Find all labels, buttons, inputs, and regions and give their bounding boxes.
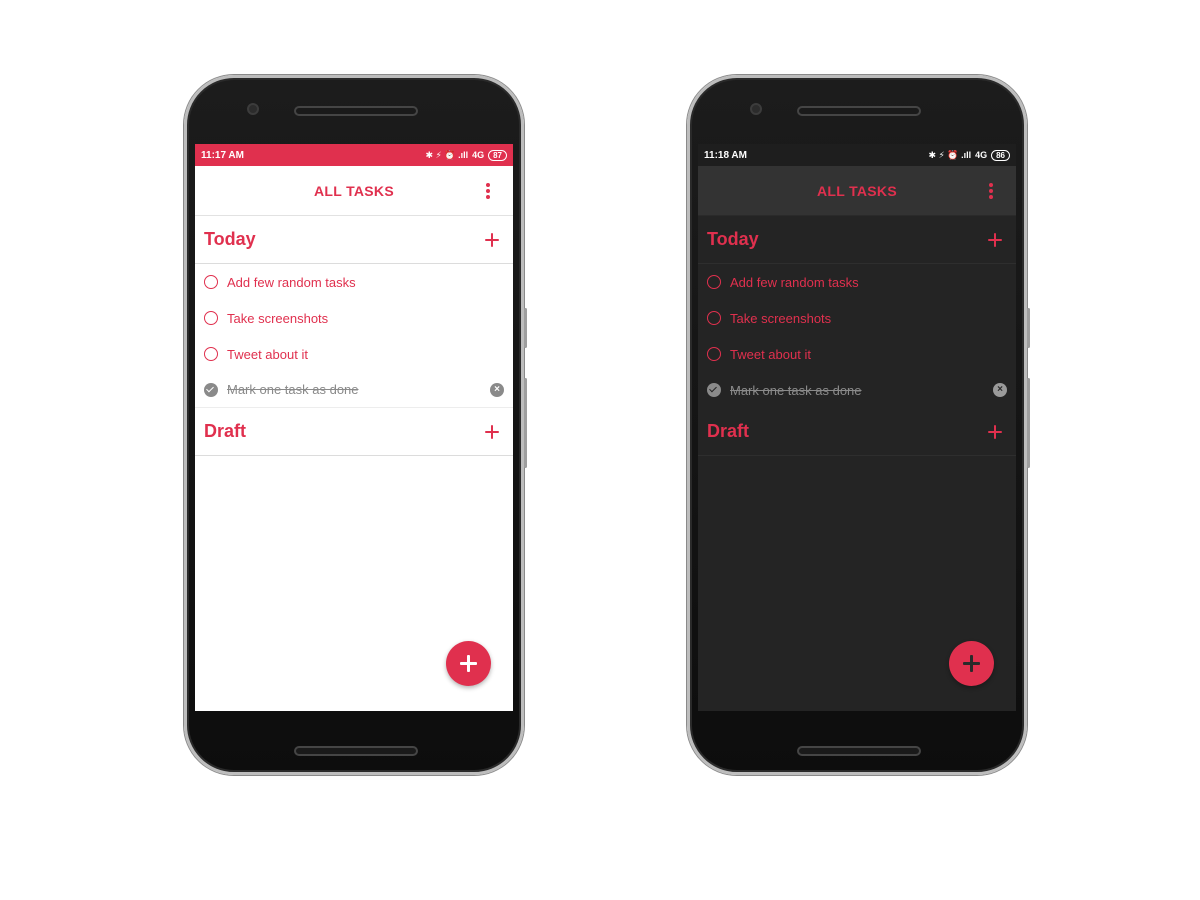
task-checkbox[interactable] <box>707 347 721 361</box>
status-bar: 11:18 AM ✱ ⚡ ⏰ .ıll 4G 86 <box>698 144 1016 166</box>
task-text: Take screenshots <box>730 310 832 326</box>
app-bar: ALL TASKS <box>698 166 1016 216</box>
section-header-today: Today <box>698 216 1016 264</box>
task-item[interactable]: Take screenshots <box>195 300 513 336</box>
task-item[interactable]: Add few random tasks <box>698 264 1016 300</box>
section-title: Draft <box>707 421 750 441</box>
clear-icon[interactable]: × <box>490 382 504 397</box>
volume-button <box>524 378 527 468</box>
status-time: 11:18 AM <box>704 149 747 161</box>
status-indicator-icons: ✱ ⚡ ⏰ .ıll <box>425 149 469 160</box>
front-camera <box>750 103 762 115</box>
phone-light: 11:17 AM ✱ ⚡ ⏰ .ıll 4G 87 ALL TASKS Toda… <box>184 75 527 775</box>
task-text: Tweet about it <box>730 346 811 362</box>
network-type: 4G <box>472 150 485 160</box>
page-title: ALL TASKS <box>817 182 897 199</box>
task-text: Mark one task as done <box>730 382 862 398</box>
add-task-draft-button[interactable] <box>481 421 503 443</box>
power-button <box>1027 308 1030 348</box>
app-bar: ALL TASKS <box>195 166 513 216</box>
task-checkbox[interactable] <box>707 311 721 325</box>
status-indicator-icons: ✱ ⚡ ⏰ .ıll <box>928 149 972 160</box>
add-task-draft-button[interactable] <box>984 421 1006 443</box>
network-type: 4G <box>975 150 988 160</box>
section-header-draft: Draft <box>698 408 1016 456</box>
section-title: Today <box>204 229 256 249</box>
task-item[interactable]: Add few random tasks <box>195 264 513 300</box>
task-checkbox[interactable] <box>204 275 218 289</box>
earpiece-speaker <box>797 106 921 116</box>
section-title: Draft <box>204 421 247 441</box>
status-bar: 11:17 AM ✱ ⚡ ⏰ .ıll 4G 87 <box>195 144 513 166</box>
app-screen: 11:17 AM ✱ ⚡ ⏰ .ıll 4G 87 ALL TASKS Toda… <box>195 144 513 711</box>
bottom-speaker <box>797 746 921 756</box>
task-item[interactable]: Take screenshots <box>698 300 1016 336</box>
battery-icon: 86 <box>991 149 1010 161</box>
task-text: Add few random tasks <box>227 274 356 290</box>
earpiece-speaker <box>294 106 418 116</box>
bottom-speaker <box>294 746 418 756</box>
task-item-done[interactable]: Mark one task as done × <box>698 372 1016 408</box>
section-title: Today <box>707 229 759 249</box>
page-title: ALL TASKS <box>314 182 394 199</box>
task-checkbox[interactable] <box>204 311 218 325</box>
task-text: Take screenshots <box>227 310 329 326</box>
section-header-draft: Draft <box>195 408 513 456</box>
volume-button <box>1027 378 1030 468</box>
section-header-today: Today <box>195 216 513 264</box>
task-checkbox[interactable] <box>707 275 721 289</box>
task-item-done[interactable]: Mark one task as done × <box>195 372 513 408</box>
task-item[interactable]: Tweet about it <box>195 336 513 372</box>
phone-dark: 11:18 AM ✱ ⚡ ⏰ .ıll 4G 86 ALL TASKS Toda… <box>687 75 1030 775</box>
status-icons: ✱ ⚡ ⏰ .ıll 4G 87 <box>425 149 507 161</box>
battery-icon: 87 <box>488 149 507 161</box>
task-text: Mark one task as done <box>227 382 359 397</box>
add-task-today-button[interactable] <box>481 229 503 251</box>
task-text: Add few random tasks <box>730 274 859 290</box>
task-text: Tweet about it <box>227 346 308 362</box>
task-item[interactable]: Tweet about it <box>698 336 1016 372</box>
status-icons: ✱ ⚡ ⏰ .ıll 4G 86 <box>928 149 1010 161</box>
task-checkbox[interactable] <box>204 347 218 361</box>
clear-icon[interactable]: × <box>993 383 1007 397</box>
add-task-fab[interactable] <box>446 641 491 686</box>
front-camera <box>247 103 259 115</box>
more-vert-icon[interactable] <box>982 181 1000 201</box>
power-button <box>524 308 527 348</box>
add-task-fab[interactable] <box>949 641 994 686</box>
checked-icon[interactable] <box>707 383 721 397</box>
checked-icon[interactable] <box>204 382 218 397</box>
more-vert-icon[interactable] <box>479 181 497 201</box>
add-task-today-button[interactable] <box>984 229 1006 251</box>
app-screen: 11:18 AM ✱ ⚡ ⏰ .ıll 4G 86 ALL TASKS Toda… <box>698 144 1016 711</box>
status-time: 11:17 AM <box>201 149 244 161</box>
